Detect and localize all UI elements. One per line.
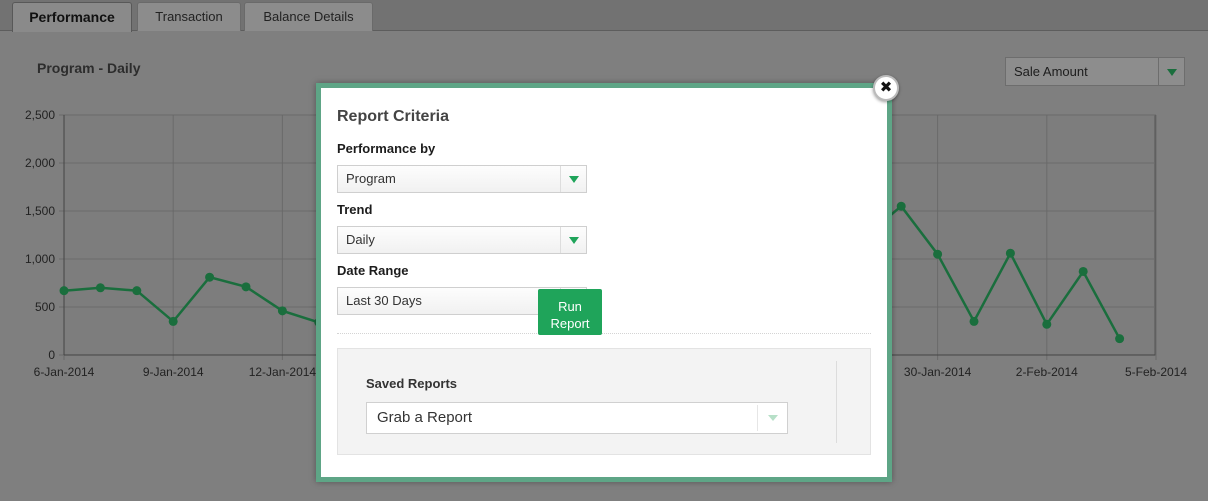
- y-tick-label: 500: [35, 300, 55, 314]
- data-point: [59, 286, 69, 296]
- data-point: [168, 316, 178, 326]
- trend-value: Daily: [346, 232, 375, 247]
- date-range-label: Date Range: [337, 263, 409, 278]
- saved-reports-value: Grab a Report: [377, 409, 473, 426]
- y-tick-label: 1,000: [25, 252, 55, 266]
- y-tick-label: 2,000: [25, 156, 55, 170]
- x-tick-label: 6-Jan-2014: [34, 365, 95, 379]
- data-point: [1042, 319, 1052, 329]
- run-report-label: Run Report: [550, 299, 589, 331]
- performance-by-label: Performance by: [337, 141, 436, 156]
- data-point: [132, 286, 142, 296]
- x-tick-label: 9-Jan-2014: [143, 365, 204, 379]
- chevron-down-icon: [560, 166, 586, 192]
- y-tick-label: 1,500: [25, 204, 55, 218]
- saved-reports-select[interactable]: Grab a Report: [366, 402, 788, 434]
- y-tick-label: 2,500: [25, 108, 55, 122]
- performance-by-value: Program: [346, 171, 396, 186]
- date-range-value: Last 30 Days: [346, 293, 422, 308]
- chevron-down-icon: [560, 227, 586, 253]
- x-tick-label: 30-Jan-2014: [904, 365, 972, 379]
- run-report-label-line: Run: [558, 299, 582, 314]
- report-criteria-modal: Report Criteria Performance by Program T…: [316, 83, 892, 482]
- data-point: [95, 283, 105, 293]
- data-point: [1078, 266, 1088, 276]
- data-point: [1005, 248, 1015, 258]
- data-point: [933, 249, 943, 259]
- data-point: [241, 282, 251, 292]
- run-report-label-line: Report: [550, 316, 590, 331]
- x-tick-label: 5-Feb-2014: [1125, 365, 1187, 379]
- divider: [337, 333, 871, 334]
- trend-label: Trend: [337, 202, 373, 217]
- saved-reports-label: Saved Reports: [366, 376, 458, 391]
- trend-select[interactable]: Daily: [337, 226, 587, 254]
- x-tick-label: 12-Jan-2014: [249, 365, 317, 379]
- vertical-divider: [836, 361, 837, 443]
- data-point: [1115, 334, 1125, 344]
- data-point: [277, 306, 287, 316]
- data-point: [896, 201, 906, 211]
- data-point: [205, 272, 215, 282]
- close-icon[interactable]: ✖: [873, 75, 899, 101]
- x-tick-label: 2-Feb-2014: [1016, 365, 1078, 379]
- saved-reports-panel: Saved Reports Grab a Report: [337, 348, 871, 455]
- run-report-button[interactable]: Run Report: [538, 289, 602, 335]
- y-tick-label: 0: [48, 348, 55, 362]
- modal-title: Report Criteria: [337, 108, 450, 125]
- performance-by-select[interactable]: Program: [337, 165, 587, 193]
- data-point: [969, 316, 979, 326]
- chevron-down-icon: [757, 405, 787, 431]
